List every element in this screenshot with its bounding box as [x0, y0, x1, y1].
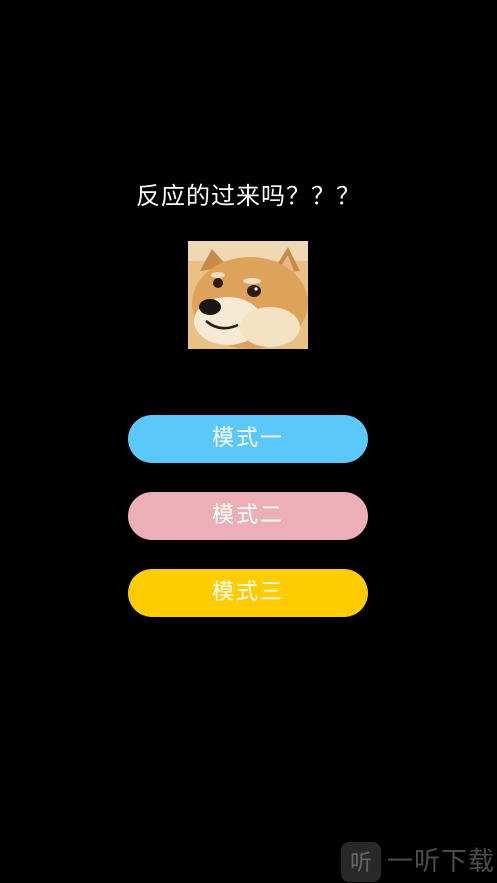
- watermark-logo-glyph: 听: [350, 851, 372, 876]
- mode-two-button[interactable]: 模式二: [128, 492, 368, 540]
- watermark-text: 一听下载: [386, 847, 495, 877]
- mode-one-button[interactable]: 模式一: [128, 415, 368, 463]
- app-screen: 反应的过来吗？？？ 模式一 模式二 模式三 听 一听下载: [0, 0, 497, 883]
- watermark: 听 一听下载: [340, 841, 495, 883]
- doge-image: [188, 241, 308, 349]
- page-title: 反应的过来吗？？？: [136, 182, 361, 210]
- mode-three-button[interactable]: 模式三: [128, 569, 368, 617]
- watermark-logo-icon: 听: [340, 842, 381, 882]
- doge-illustration: [188, 241, 308, 349]
